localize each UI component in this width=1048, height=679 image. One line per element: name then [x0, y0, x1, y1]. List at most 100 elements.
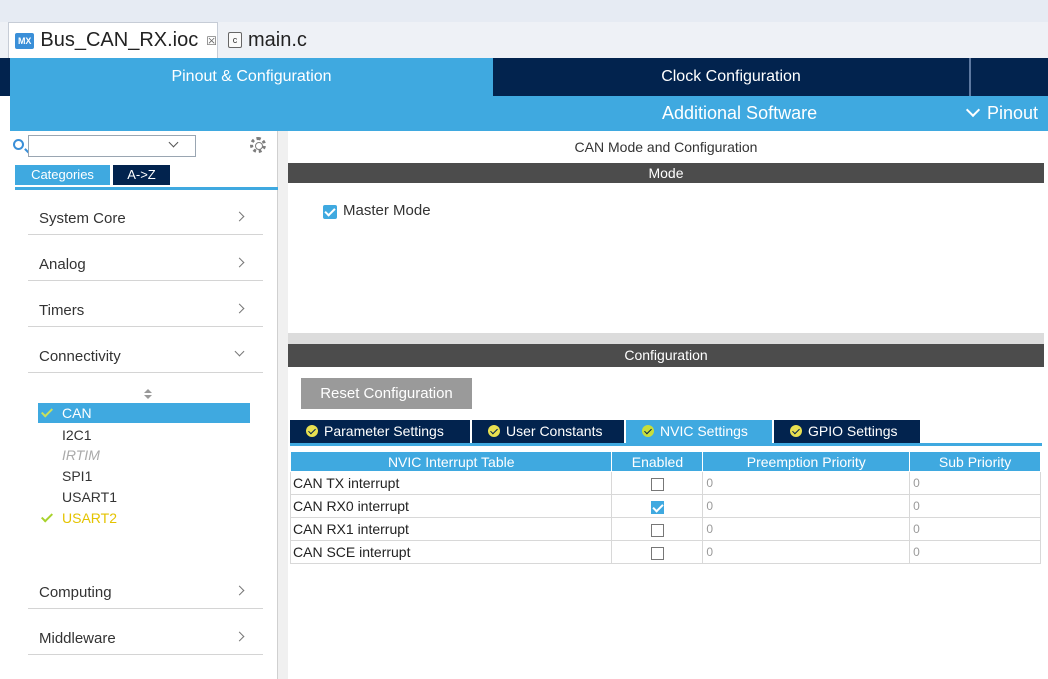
column-header[interactable]: Enabled	[611, 451, 704, 472]
table-row: CAN SCE interrupt 0 0	[289, 540, 1041, 564]
enabled-cell	[611, 517, 704, 541]
category-analog[interactable]: Analog	[28, 247, 263, 281]
peripheral-can[interactable]: CAN	[38, 403, 250, 423]
tab-nvic-settings[interactable]: NVIC Settings	[626, 420, 772, 443]
category-label: Computing	[39, 584, 112, 601]
preemption-priority[interactable]: 0	[702, 494, 911, 518]
table-row: CAN TX interrupt 0 0	[289, 471, 1041, 495]
tab-gpio-settings[interactable]: GPIO Settings	[774, 420, 920, 443]
peripheral-label: IRTIM	[62, 447, 100, 463]
peripheral-i2c1[interactable]: I2C1	[38, 425, 250, 445]
preemption-priority[interactable]: 0	[702, 540, 911, 564]
category-connectivity[interactable]: Connectivity	[28, 339, 263, 373]
enabled-cell	[611, 494, 704, 518]
sub-priority[interactable]: 0	[909, 517, 1041, 541]
interrupt-name: CAN SCE interrupt	[289, 540, 613, 564]
enabled-cell	[611, 540, 704, 564]
tab-label: NVIC Settings	[660, 423, 748, 439]
tab-categories[interactable]: Categories	[15, 165, 110, 185]
tab-user-constants[interactable]: User Constants	[472, 420, 624, 443]
table-header-row: NVIC Interrupt Table Enabled Preemption …	[289, 451, 1041, 472]
category-middleware[interactable]: Middleware	[28, 621, 263, 655]
preemption-priority[interactable]: 0	[702, 471, 911, 495]
editor-tab-bar: MX Bus_CAN_RX.ioc ☒ c main.c	[0, 0, 1048, 58]
column-header[interactable]: Preemption Priority	[702, 451, 911, 472]
category-label: Connectivity	[39, 348, 121, 365]
category-timers[interactable]: Timers	[28, 293, 263, 327]
peripheral-label: CAN	[62, 405, 92, 421]
editor-tab-main-c[interactable]: c main.c	[224, 22, 344, 58]
status-ok-icon	[790, 425, 802, 437]
tab-underline	[15, 187, 278, 190]
editor-tab-main-label: main.c	[248, 28, 307, 51]
peripheral-irtim[interactable]: IRTIM	[38, 445, 250, 465]
peripheral-label: SPI1	[62, 468, 93, 484]
page-title: CAN Mode and Configuration	[574, 139, 758, 155]
chevron-right-icon	[234, 585, 245, 596]
nvic-interrupt-table: NVIC Interrupt Table Enabled Preemption …	[289, 451, 1041, 564]
column-header[interactable]: NVIC Interrupt Table	[289, 451, 613, 472]
sub-toolbar: Additional Software Pinout	[10, 96, 1048, 131]
tab-label: GPIO Settings	[808, 423, 898, 439]
gear-icon[interactable]	[250, 137, 266, 153]
tab-underline	[290, 443, 1042, 446]
preemption-priority[interactable]: 0	[702, 517, 911, 541]
category-computing[interactable]: Computing	[28, 575, 263, 609]
tab-pinout-configuration[interactable]: Pinout & Configuration	[10, 58, 493, 96]
peripheral-label: USART1	[62, 489, 117, 505]
sub-priority[interactable]: 0	[909, 471, 1041, 495]
status-ok-icon	[488, 425, 500, 437]
additional-software-button[interactable]: Additional Software	[662, 96, 817, 131]
reset-configuration-button[interactable]: Reset Configuration	[301, 378, 472, 409]
pinout-menu-button[interactable]: Pinout	[965, 96, 1039, 131]
sort-icon[interactable]	[144, 389, 152, 401]
interrupt-name: CAN TX interrupt	[289, 471, 613, 495]
status-ok-icon	[306, 425, 318, 437]
master-mode-checkbox[interactable]	[323, 205, 337, 219]
peripheral-usart1[interactable]: USART1	[38, 487, 250, 507]
category-system-core[interactable]: System Core	[28, 201, 263, 235]
master-mode-label: Master Mode	[343, 202, 431, 219]
tab-clock-configuration[interactable]: Clock Configuration	[493, 58, 971, 96]
stm32cubemx-icon: MX	[15, 32, 35, 49]
pinout-menu-label: Pinout	[987, 103, 1039, 123]
table-row: CAN RX1 interrupt 0 0	[289, 517, 1041, 541]
tab-label: User Constants	[506, 423, 603, 439]
chevron-down-icon	[234, 346, 245, 357]
column-header[interactable]: Sub Priority	[909, 451, 1041, 472]
interrupt-name: CAN RX1 interrupt	[289, 517, 613, 541]
status-ok-icon	[642, 425, 654, 437]
tab-label: Parameter Settings	[324, 423, 444, 439]
sub-priority[interactable]: 0	[909, 540, 1041, 564]
chevron-down-icon	[965, 102, 981, 118]
peripheral-label: USART2	[62, 510, 117, 526]
enabled-checkbox[interactable]	[650, 546, 664, 560]
panel-divider[interactable]	[278, 131, 288, 679]
mode-header: Mode	[288, 163, 1044, 183]
enabled-checkbox[interactable]	[650, 477, 664, 491]
c-file-icon: c	[228, 32, 242, 48]
perspective-tab-bar: Pinout & Configuration Clock Configurati…	[0, 58, 1048, 96]
tab-parameter-settings[interactable]: Parameter Settings	[290, 420, 470, 443]
category-label: System Core	[39, 210, 126, 227]
configuration-header: Configuration	[288, 344, 1044, 367]
close-icon[interactable]: ☒	[206, 34, 217, 48]
enabled-cell	[611, 471, 704, 495]
sub-priority[interactable]: 0	[909, 494, 1041, 518]
editor-tab-ioc[interactable]: MX Bus_CAN_RX.ioc ☒	[8, 22, 218, 58]
check-icon	[40, 510, 54, 523]
tab-a-z[interactable]: A->Z	[113, 165, 170, 185]
enabled-checkbox[interactable]	[650, 523, 664, 537]
mode-configuration-panel: CAN Mode and Configuration Mode Master M…	[288, 131, 1048, 679]
category-label: Analog	[39, 256, 86, 273]
section-splitter[interactable]	[288, 333, 1044, 344]
peripheral-spi1[interactable]: SPI1	[38, 466, 250, 486]
tab-placeholder	[972, 58, 1048, 96]
editor-tab-ioc-label: Bus_CAN_RX.ioc	[40, 29, 199, 51]
peripheral-label: I2C1	[62, 427, 92, 443]
interrupt-name: CAN RX0 interrupt	[289, 494, 613, 518]
enabled-checkbox[interactable]	[650, 500, 664, 514]
check-icon	[40, 405, 54, 418]
peripheral-usart2[interactable]: USART2	[38, 508, 250, 528]
chevron-right-icon	[234, 303, 245, 314]
